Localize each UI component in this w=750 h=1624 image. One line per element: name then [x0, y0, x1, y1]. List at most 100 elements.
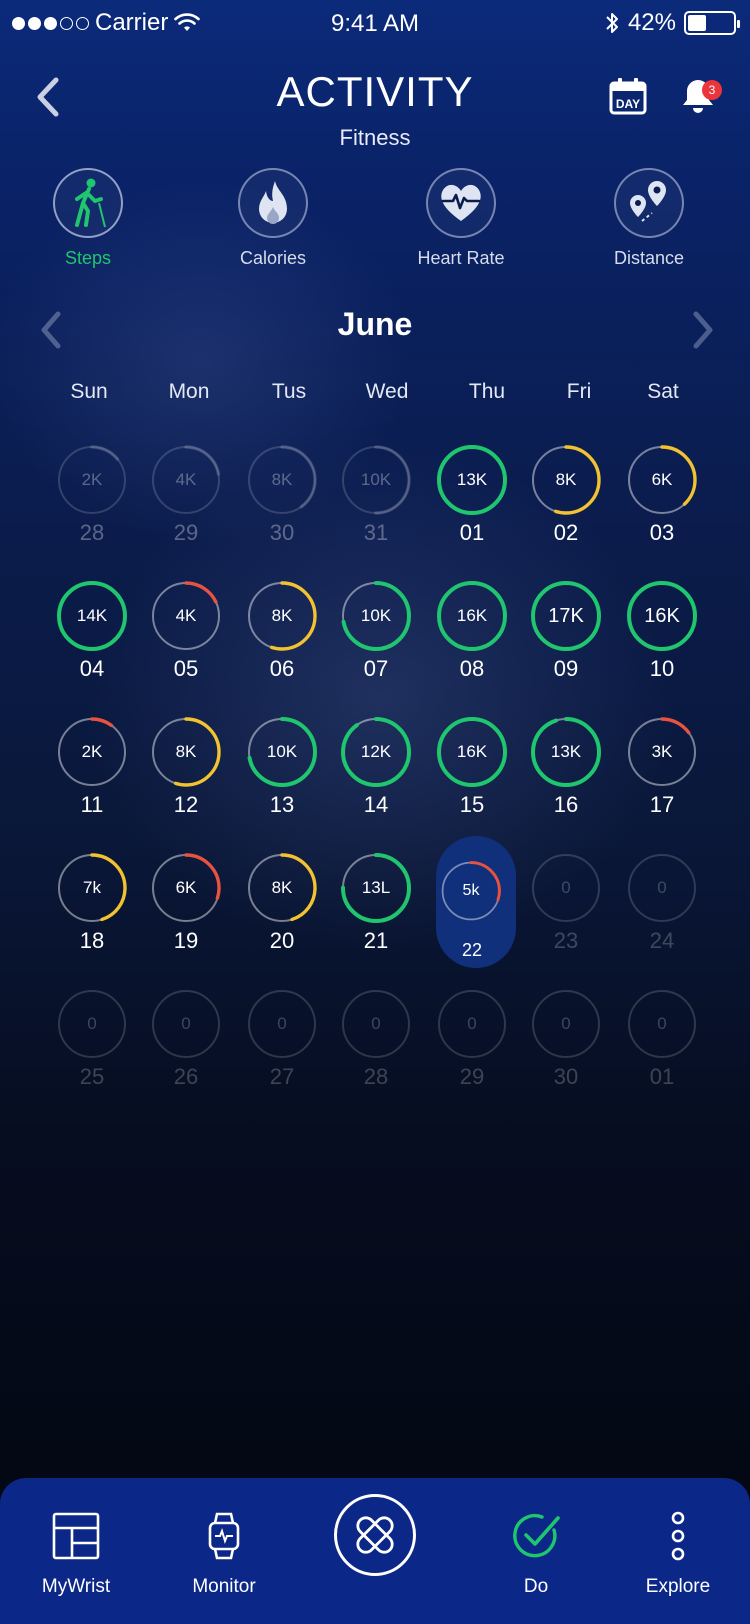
weekday-header: Sun Mon Tus Wed Thu Fri Sat	[0, 380, 750, 410]
heart-rate-icon	[426, 168, 496, 238]
step-count: 13K	[550, 742, 582, 761]
battery-icon	[684, 11, 740, 35]
day-number: 26	[173, 1064, 199, 1089]
day-number: 10	[649, 656, 675, 681]
step-count: 16K	[644, 604, 680, 627]
step-count: 0	[181, 1014, 191, 1033]
calendar-day[interactable]: 0 01	[616, 988, 706, 1108]
day-number: 03	[649, 520, 675, 545]
notifications-button[interactable]: 3	[676, 74, 722, 118]
calendar-day[interactable]: 4K 05	[140, 580, 230, 700]
calendar-day[interactable]: 7k 18	[46, 852, 136, 972]
dashboard-icon	[50, 1510, 102, 1562]
calendar-day[interactable]: 12K 14	[330, 716, 420, 836]
tab-label: Heart Rate	[417, 248, 505, 268]
day-number: 16	[553, 792, 579, 817]
weekday-label: Sat	[647, 380, 679, 403]
flame-icon	[238, 168, 308, 238]
step-count: 0	[657, 1014, 667, 1033]
tab-distance[interactable]: Distance	[574, 168, 724, 269]
calendar-day[interactable]: 2K 28	[46, 444, 136, 564]
calendar-day[interactable]: 14K 04	[46, 580, 136, 700]
calendar-day[interactable]: 13K 01	[426, 444, 516, 564]
day-button-label: DAY	[616, 97, 640, 111]
step-count: 4K	[175, 606, 197, 625]
calendar-day[interactable]: 16K 15	[426, 716, 516, 836]
calendar-day[interactable]: 0 26	[140, 988, 230, 1108]
calendar-day[interactable]: 6K 03	[616, 444, 706, 564]
nav-explore[interactable]: Explore	[608, 1478, 748, 1624]
day-number: 07	[363, 656, 389, 681]
day-number: 29	[173, 520, 199, 545]
day-number: 02	[553, 520, 579, 545]
step-count: 2K	[81, 470, 103, 489]
day-number: 31	[363, 520, 389, 545]
calendar-day[interactable]: 3K 17	[616, 716, 706, 836]
day-number: 06	[269, 656, 295, 681]
tab-steps[interactable]: Steps	[13, 168, 163, 269]
calendar-day[interactable]: 0 30	[520, 988, 610, 1108]
calendar-day[interactable]: 0 28	[330, 988, 420, 1108]
calendar-day[interactable]: 8K 30	[236, 444, 326, 564]
next-month-button[interactable]	[688, 310, 718, 350]
day-number: 11	[80, 792, 104, 817]
weekday-label: Sun	[70, 380, 108, 403]
day-number: 18	[79, 928, 105, 953]
calendar-day[interactable]: 10K 13	[236, 716, 326, 836]
calendar-day[interactable]: 10K 31	[330, 444, 420, 564]
nav-label: Monitor	[192, 1576, 256, 1597]
step-count: 17K	[548, 604, 584, 627]
more-vertical-icon	[652, 1510, 704, 1562]
calendar-day-today[interactable]: 5k 22	[426, 852, 516, 972]
step-count: 2K	[81, 742, 103, 761]
calendar-day[interactable]: 8K 20	[236, 852, 326, 972]
step-count: 4K	[175, 470, 197, 489]
calendar-day[interactable]: 16K 08	[426, 580, 516, 700]
calendar-day[interactable]: 0 29	[426, 988, 516, 1108]
weekday-label: Fri	[566, 380, 592, 403]
month-label: June	[337, 306, 413, 342]
calendar-day[interactable]: 0 27	[236, 988, 326, 1108]
nav-label: MyWrist	[41, 1576, 111, 1597]
day-number: 01	[649, 1064, 675, 1089]
calendar-day[interactable]: 8K 06	[236, 580, 326, 700]
calendar-day[interactable]: 4K 29	[140, 444, 230, 564]
battery-percent: 42%	[627, 9, 676, 36]
step-count: 0	[657, 878, 667, 897]
check-circle-icon	[510, 1510, 562, 1562]
calendar-day-icon: DAY	[609, 78, 647, 115]
day-number: 22	[461, 940, 483, 960]
calendar-day[interactable]: 8K 02	[520, 444, 610, 564]
day-number: 23	[553, 928, 579, 953]
calendar-day[interactable]: 13K 16	[520, 716, 610, 836]
step-count: 8K	[555, 470, 577, 489]
step-count: 6K	[651, 470, 673, 489]
calendar-day[interactable]: 13L 21	[330, 852, 420, 972]
step-count: 8K	[271, 606, 293, 625]
day-number: 19	[173, 928, 199, 953]
calendar-day[interactable]: 0 24	[616, 852, 706, 972]
nav-mywrist[interactable]: MyWrist	[6, 1478, 146, 1624]
calendar-day[interactable]: 16K 10	[616, 580, 706, 700]
day-number: 04	[79, 656, 105, 681]
app-home-button[interactable]	[334, 1494, 416, 1576]
tab-heart-rate[interactable]: Heart Rate	[386, 168, 536, 269]
day-number: 21	[363, 928, 389, 953]
calendar-day[interactable]: 17K 09	[520, 580, 610, 700]
nav-monitor[interactable]: Monitor	[154, 1478, 294, 1624]
day-number: 27	[269, 1064, 295, 1089]
day-view-button[interactable]: DAY	[608, 76, 648, 116]
step-count: 14K	[76, 606, 108, 625]
day-number: 24	[649, 928, 675, 953]
tab-label: Distance	[613, 248, 685, 268]
calendar-day[interactable]: 0 23	[520, 852, 610, 972]
calendar-day[interactable]: 10K 07	[330, 580, 420, 700]
calendar-day[interactable]: 0 25	[46, 988, 136, 1108]
calendar-day[interactable]: 6K 19	[140, 852, 230, 972]
calendar-day[interactable]: 2K 11	[46, 716, 136, 836]
tab-calories[interactable]: Calories	[198, 168, 348, 269]
notification-badge: 3	[702, 80, 722, 100]
calendar-day[interactable]: 8K 12	[140, 716, 230, 836]
day-number: 29	[459, 1064, 485, 1089]
nav-do[interactable]: Do	[466, 1478, 606, 1624]
